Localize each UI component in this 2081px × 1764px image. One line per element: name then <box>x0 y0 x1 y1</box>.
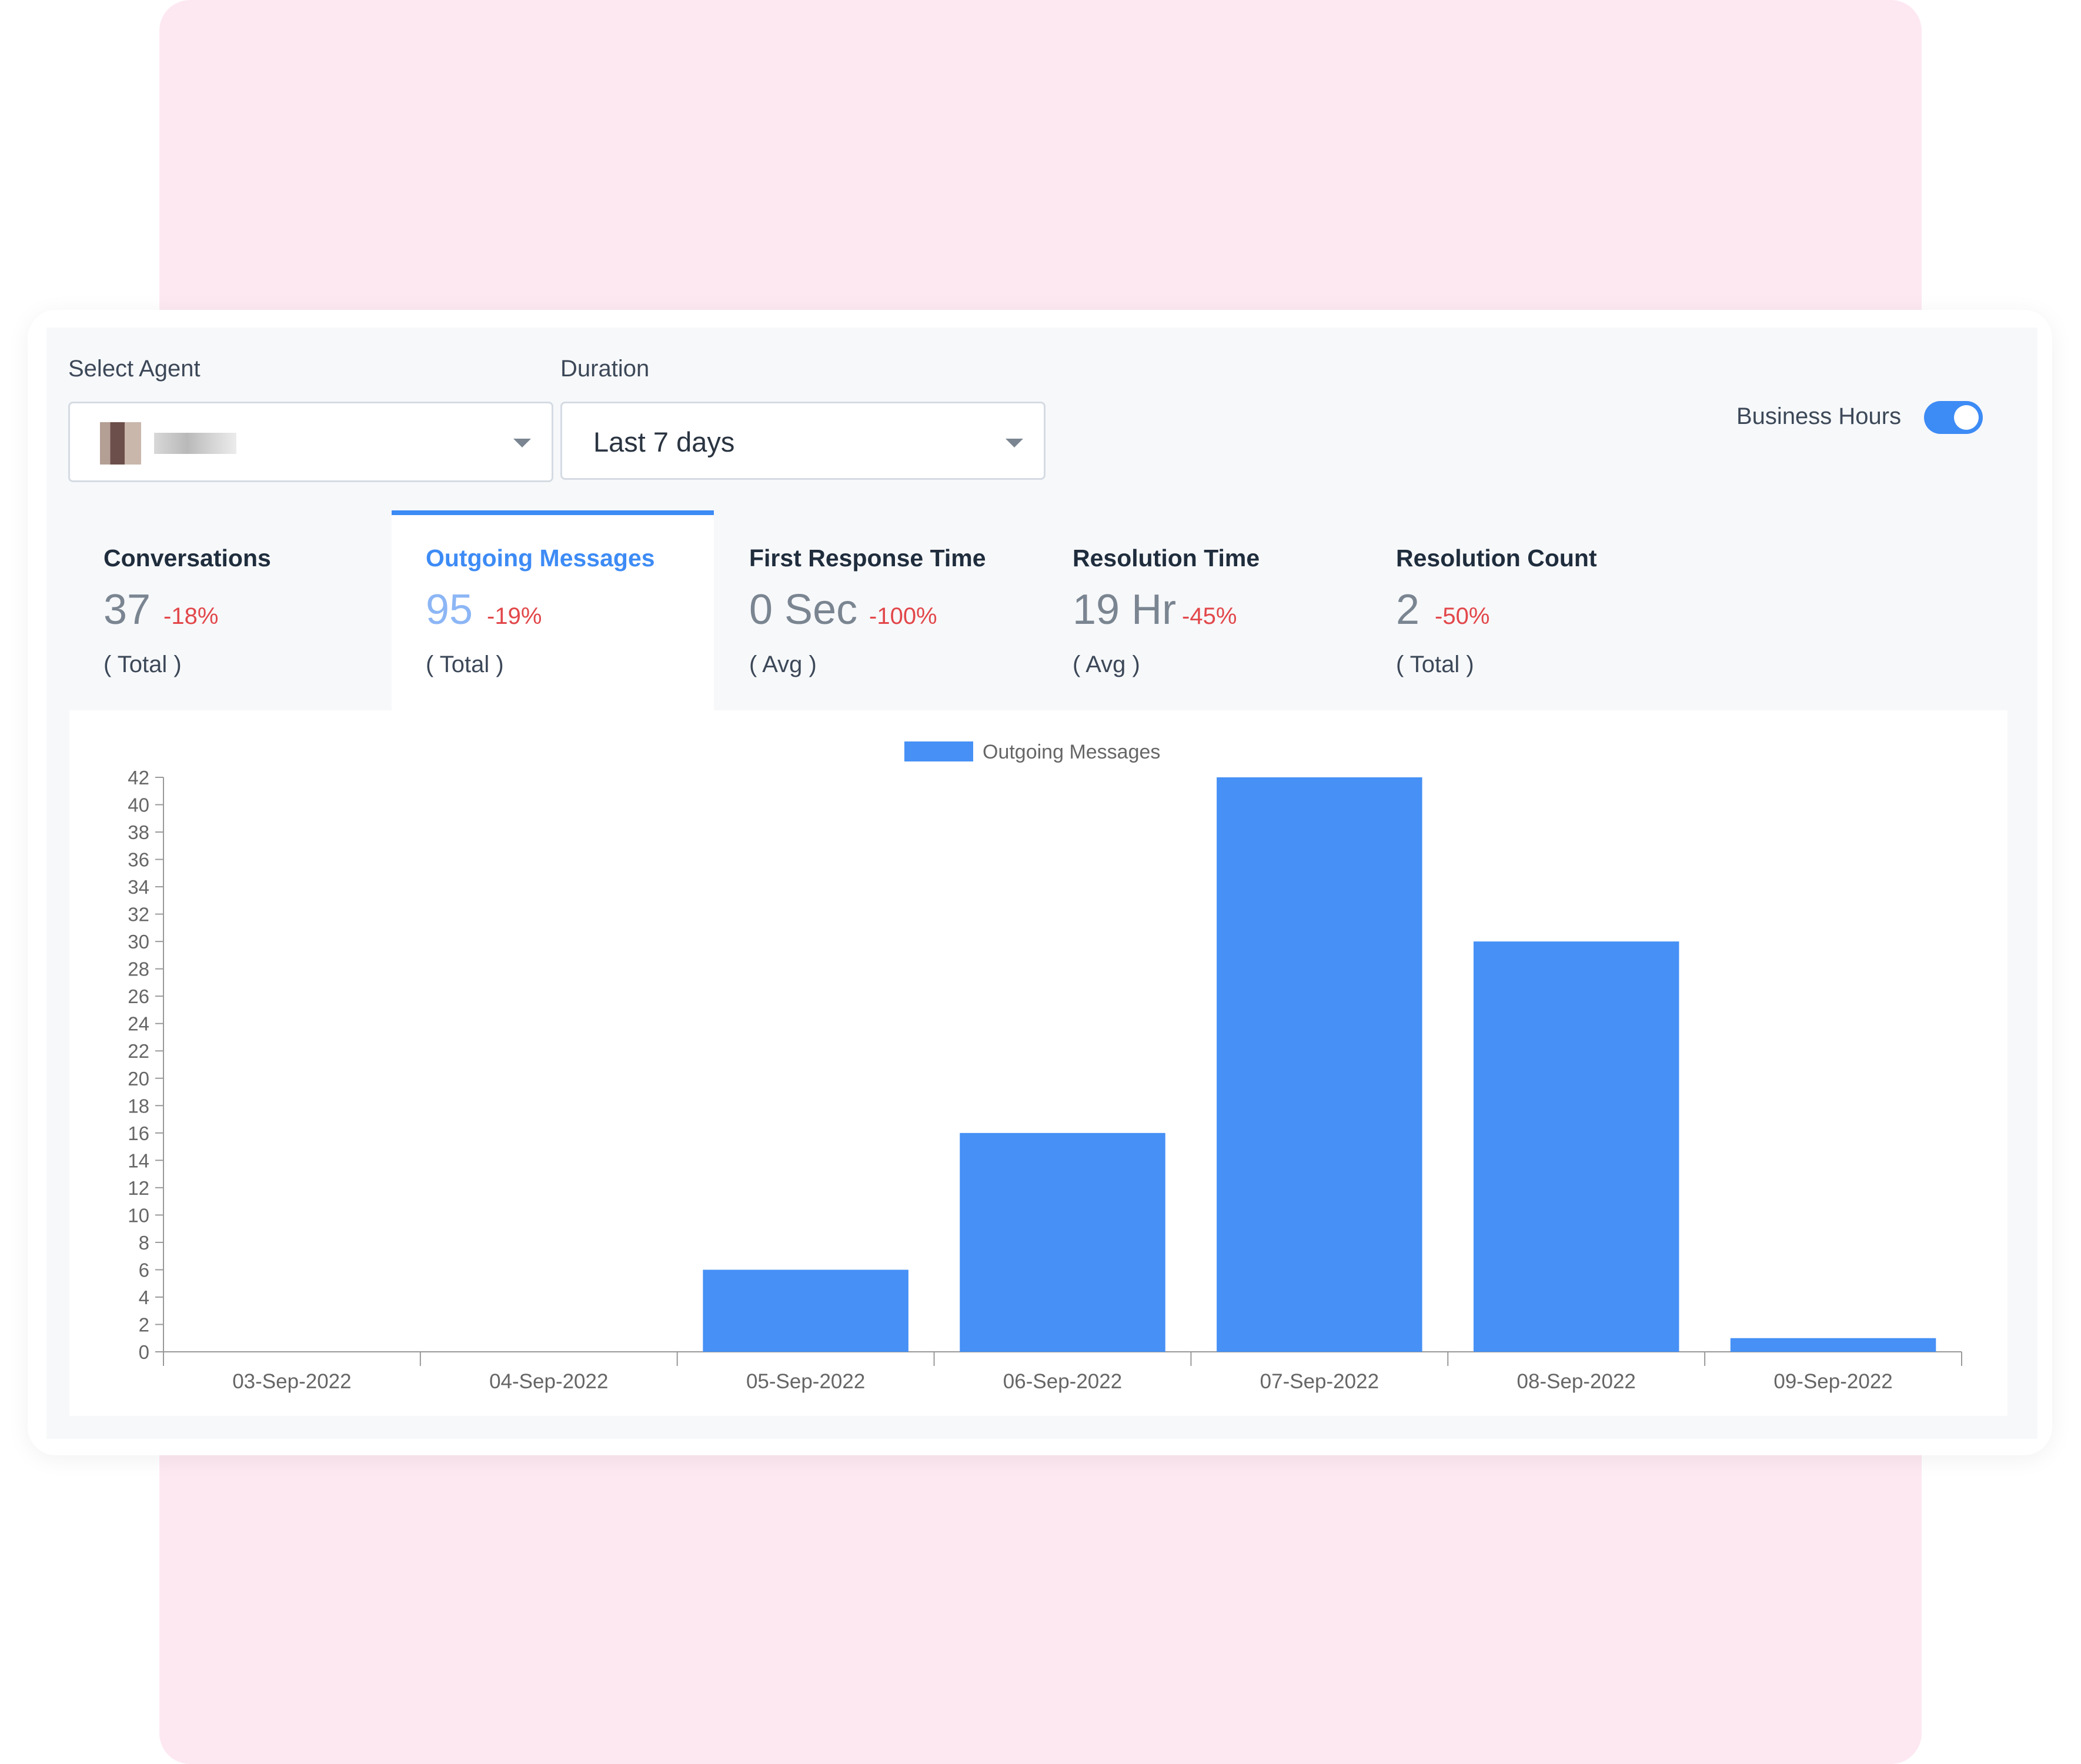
duration-select[interactable]: Last 7 days <box>560 402 1045 480</box>
chart-container: Outgoing Messages 0 2 4 6 8 10 12 14 16 18 20 22 24 2… <box>69 710 2007 1416</box>
bar-06-Sep-2022 <box>960 1132 1165 1352</box>
legend-label: Outgoing Messages <box>983 741 1160 763</box>
tab-title: Conversations <box>103 544 271 572</box>
y-tick-label: 0 <box>139 1341 149 1363</box>
x-tick-label: 08-Sep-2022 <box>1517 1370 1636 1393</box>
y-tick-label: 22 <box>128 1040 149 1062</box>
tab-change: -18% <box>163 603 219 629</box>
y-tick-label: 10 <box>128 1204 149 1226</box>
x-tick-label: 04-Sep-2022 <box>489 1370 608 1393</box>
y-tick-label: 28 <box>128 958 149 980</box>
business-hours-toggle[interactable] <box>1924 401 1983 434</box>
active-tab-indicator <box>392 510 714 515</box>
y-tick-label: 18 <box>128 1095 149 1117</box>
duration-value: Last 7 days <box>593 426 735 457</box>
tab-value: 19 Hr <box>1073 586 1177 633</box>
y-tick-label: 26 <box>128 985 149 1007</box>
y-tick-label: 16 <box>128 1122 149 1144</box>
agent-name-redacted <box>154 433 236 454</box>
tab-change: -45% <box>1182 603 1237 629</box>
y-tick-label: 38 <box>128 821 149 843</box>
tab-unit: ( Avg ) <box>1073 652 1140 677</box>
tab-unit: ( Total ) <box>426 652 504 677</box>
x-tick-label: 09-Sep-2022 <box>1773 1370 1892 1393</box>
legend-swatch <box>904 741 973 761</box>
bars <box>703 777 1936 1352</box>
y-tick-label: 42 <box>128 767 149 789</box>
x-tick-label: 03-Sep-2022 <box>232 1370 351 1393</box>
tab-title: First Response Time <box>749 544 986 572</box>
bar-09-Sep-2022 <box>1730 1338 1936 1352</box>
tab-outgoing-messages[interactable]: Outgoing Messages 95 -19% ( Total ) <box>392 510 714 710</box>
tab-change: -19% <box>487 603 542 629</box>
y-tick-label: 34 <box>128 876 149 898</box>
x-tick-label: 06-Sep-2022 <box>1003 1370 1122 1393</box>
tab-conversations[interactable]: Conversations 37 -18% ( Total ) <box>69 510 392 710</box>
tab-change: -100% <box>869 603 937 629</box>
y-tick-label: 8 <box>139 1232 149 1254</box>
tab-unit: ( Avg ) <box>749 652 817 677</box>
duration-label: Duration <box>560 356 650 382</box>
y-tick-label: 4 <box>139 1287 149 1308</box>
business-hours-label: Business Hours <box>1736 403 1902 429</box>
y-tick-label: 24 <box>128 1013 149 1035</box>
bar-07-Sep-2022 <box>1217 777 1422 1352</box>
y-tick-label: 40 <box>128 794 149 816</box>
y-axis: 024681012141618202224262830323436384042 <box>128 767 164 1366</box>
y-tick-label: 12 <box>128 1177 149 1199</box>
y-tick-label: 6 <box>139 1259 149 1281</box>
x-axis: 03-Sep-2022 04-Sep-2022 05-Sep-2022 06-Sep-… <box>163 1351 1962 1393</box>
tab-title: Outgoing Messages <box>426 544 655 572</box>
y-tick-label: 14 <box>128 1150 149 1171</box>
select-agent-label: Select Agent <box>68 356 201 382</box>
tab-resolution-time[interactable]: Resolution Time 19 Hr -45% ( Avg ) <box>1038 510 1361 710</box>
toggle-knob <box>1954 405 1979 430</box>
y-tick-label: 36 <box>128 849 149 871</box>
tab-title: Resolution Time <box>1073 544 1260 572</box>
y-tick-label: 20 <box>128 1068 149 1090</box>
x-tick-label: 07-Sep-2022 <box>1260 1370 1379 1393</box>
chart-legend: Outgoing Messages <box>904 741 1160 763</box>
bar-08-Sep-2022 <box>1473 941 1679 1352</box>
x-tick-label: 05-Sep-2022 <box>746 1370 865 1393</box>
y-tick-label: 2 <box>139 1314 149 1335</box>
y-tick-label: 32 <box>128 904 149 926</box>
bar-05-Sep-2022 <box>703 1269 908 1352</box>
tab-unit: ( Total ) <box>103 652 182 677</box>
outgoing-messages-chart: Outgoing Messages 0246810121416182022242… <box>128 741 1962 1393</box>
tab-value: 0 Sec <box>749 586 858 633</box>
tab-change: -50% <box>1435 603 1490 629</box>
chevron-down-icon <box>513 439 531 447</box>
y-tick-label: 30 <box>128 931 149 953</box>
tab-title: Resolution Count <box>1396 544 1597 572</box>
chevron-down-icon <box>1006 439 1023 447</box>
avatar <box>100 422 141 465</box>
tab-value: 2 <box>1396 586 1420 633</box>
tab-value: 95 <box>426 586 473 633</box>
tab-resolution-count[interactable]: Resolution Count 2 -50% ( Total ) <box>1362 510 1684 710</box>
tab-unit: ( Total ) <box>1396 652 1474 677</box>
tab-value: 37 <box>103 586 151 633</box>
tab-first-response-time[interactable]: First Response Time 0 Sec -100% ( Avg ) <box>715 510 1037 710</box>
